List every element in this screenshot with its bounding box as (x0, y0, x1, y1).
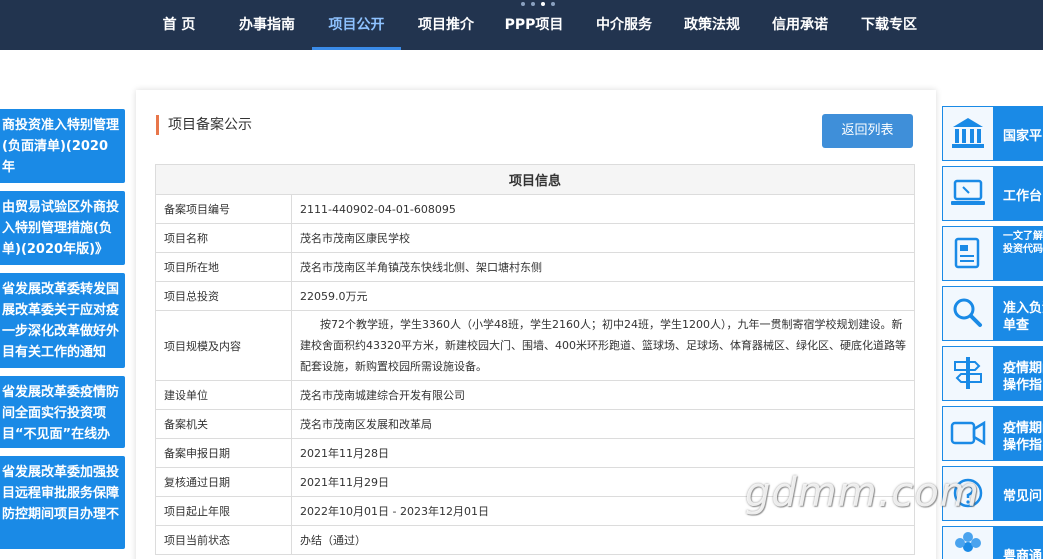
field-value: 22059.0万元 (291, 281, 915, 311)
field-label: 项目起止年限 (155, 496, 292, 526)
field-value: 茂名市茂南区发展和改革局 (291, 409, 915, 439)
nav-home[interactable]: 首 页 (150, 0, 208, 50)
table-row: 项目规模及内容 按72个教学班，学生3360人（小学48班，学生2160人；初中… (155, 310, 915, 381)
document-icon (943, 227, 993, 280)
quicklink-label: 一文了解资产投资代码申领 (993, 227, 1043, 280)
nav-project-public[interactable]: 项目公开 (312, 0, 401, 50)
quicklink-code-guide[interactable]: 一文了解资产投资代码申领 (942, 226, 1043, 281)
field-label: 项目当前状态 (155, 525, 292, 555)
back-to-list-button[interactable]: 返回列表 (822, 114, 913, 148)
nav-project-promotion[interactable]: 项目推介 (409, 0, 483, 50)
field-label: 备案机关 (155, 409, 292, 439)
field-value-description: 按72个教学班，学生3360人（小学48班，学生2160人；初中24班，学生12… (291, 310, 915, 381)
nav-policy[interactable]: 政策法规 (675, 0, 749, 50)
table-row: 项目名称 茂名市茂南区康民学校 (155, 223, 915, 253)
table-row: 项目当前状态 办结（通过） (155, 525, 915, 555)
field-label: 备案项目编号 (155, 194, 292, 224)
field-value: 办结（通过） (291, 525, 915, 555)
quicklink-label: 国家平 (993, 107, 1043, 160)
quicklink-label: 疫情期间操作指 (993, 347, 1043, 400)
field-label: 项目名称 (155, 223, 292, 253)
table-row: 备案申报日期 2021年11月28日 (155, 438, 915, 468)
table-row: 备案项目编号 2111-440902-04-01-608095 (155, 194, 915, 224)
flower-logo-icon (943, 527, 993, 559)
field-value: 2111-440902-04-01-608095 (291, 194, 915, 224)
field-value: 茂名市茂南区羊角镇茂东快线北侧、架口塘村东侧 (291, 252, 915, 282)
news-card[interactable]: 省发展改革委疫情防间全面实行投资项目“不见面”在线办理 (0, 376, 125, 448)
field-label: 备案申报日期 (155, 438, 292, 468)
video-camera-icon (943, 407, 993, 460)
nav-downloads[interactable]: 下载专区 (852, 0, 926, 50)
nav-agency[interactable]: 中介服务 (587, 0, 661, 50)
nav-credit[interactable]: 信用承诺 (763, 0, 837, 50)
nav-guide[interactable]: 办事指南 (230, 0, 304, 50)
quicklink-workbench[interactable]: 工作台 (942, 166, 1043, 221)
signpost-icon (943, 347, 993, 400)
field-label: 项目规模及内容 (155, 310, 292, 381)
magnifier-icon (943, 287, 993, 340)
field-label: 项目总投资 (155, 281, 292, 311)
news-card[interactable]: 省发展改革委加强投目远程审批服务保障防控期间项目办理不 (0, 456, 125, 549)
quicklink-national-platform[interactable]: 国家平 (942, 106, 1043, 161)
table-row: 建设单位 茂名市茂南城建综合开发有限公司 (155, 380, 915, 410)
watermark: gdmm.com (745, 470, 980, 516)
table-row: 备案机关 茂名市茂南区发展和改革局 (155, 409, 915, 439)
news-card[interactable]: 商投资准入特别管理(负面清单)(2020年 (0, 109, 125, 183)
quicklink-label: 疫情期间操作指引 (993, 407, 1043, 460)
quicklink-yueshangtong[interactable]: 粤商通 (942, 526, 1043, 559)
table-row: 项目总投资 22059.0万元 (155, 281, 915, 311)
nav-ppp[interactable]: PPP项目 (499, 0, 569, 50)
quicklink-negative-list[interactable]: 准入负清单查 (942, 286, 1043, 341)
bank-icon (943, 107, 993, 160)
quicklink-label: 常见问 (993, 467, 1043, 520)
news-card[interactable]: 由贸易试验区外商投入特别管理措施(负单)(2020年版)》 (0, 191, 125, 265)
field-label: 复核通过日期 (155, 467, 292, 497)
field-value: 茂名市茂南区康民学校 (291, 223, 915, 253)
monitor-icon (943, 167, 993, 220)
field-label: 建设单位 (155, 380, 292, 410)
field-value: 2021年11月28日 (291, 438, 915, 468)
field-value: 茂名市茂南城建综合开发有限公司 (291, 380, 915, 410)
quicklink-epidemic-guide[interactable]: 疫情期间操作指 (942, 346, 1043, 401)
news-card[interactable]: 省发展改革委转发国展改革委关于应对疫一步深化改革做好外目有关工作的通知 (0, 273, 125, 368)
description-text: 按72个教学班，学生3360人（小学48班，学生2160人；初中24班，学生12… (300, 318, 906, 373)
quicklink-label: 粤商通 (993, 527, 1043, 559)
quicklink-label: 工作台 (993, 167, 1043, 220)
section-title: 项目备案公示 (156, 115, 252, 135)
table-header: 项目信息 (155, 164, 915, 195)
quicklink-epidemic-video[interactable]: 疫情期间操作指引 (942, 406, 1043, 461)
field-label: 项目所在地 (155, 252, 292, 282)
table-row: 项目所在地 茂名市茂南区羊角镇茂东快线北侧、架口塘村东侧 (155, 252, 915, 282)
quicklink-label: 准入负清单查 (993, 287, 1043, 340)
top-nav: 首 页 办事指南 项目公开 项目推介 PPP项目 中介服务 政策法规 信用承诺 … (0, 0, 1043, 50)
